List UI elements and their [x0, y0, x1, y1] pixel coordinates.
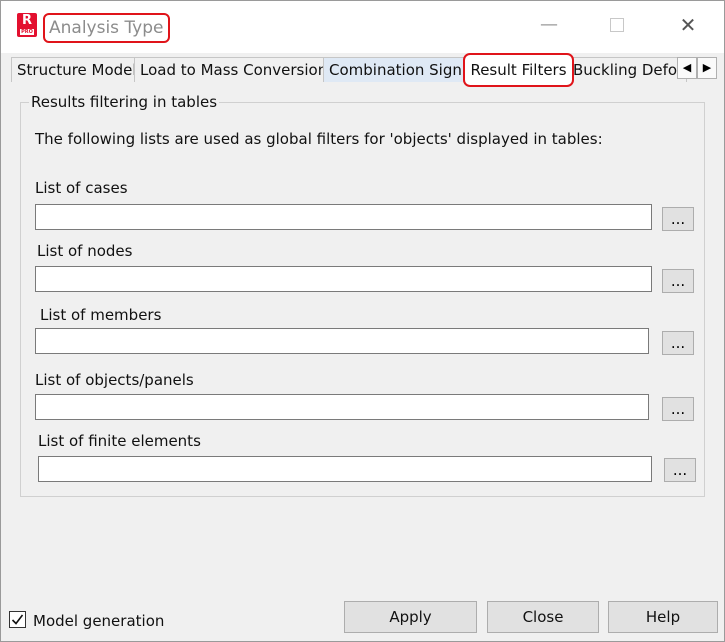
- objects-panels-browse-button[interactable]: ...: [662, 397, 694, 421]
- cases-browse-button[interactable]: ...: [662, 207, 694, 231]
- maximize-icon: [610, 18, 624, 32]
- finite-elements-label: List of finite elements: [38, 432, 201, 450]
- tab-scroll-right-icon[interactable]: ▶: [697, 57, 717, 79]
- title-bar: R PRO Analysis Type — ✕: [1, 1, 724, 53]
- intro-text: The following lists are used as global f…: [35, 130, 603, 148]
- apply-button[interactable]: Apply: [344, 601, 477, 633]
- minimize-button[interactable]: —: [537, 13, 561, 37]
- close-button[interactable]: Close: [487, 601, 599, 633]
- finite-elements-input[interactable]: [38, 456, 652, 482]
- model-generation-checkbox[interactable]: [9, 611, 26, 628]
- nodes-input[interactable]: [35, 266, 652, 292]
- maximize-button[interactable]: [605, 13, 629, 37]
- app-icon-letter: R: [21, 13, 32, 28]
- tab-result-filters[interactable]: Result Filters: [463, 53, 574, 87]
- tab-combination-sign[interactable]: Combination Sign: [323, 57, 468, 82]
- objects-panels-input[interactable]: [35, 394, 649, 420]
- dialog-footer: Model generation Apply Close Help: [1, 599, 724, 641]
- cases-label: List of cases: [35, 179, 128, 197]
- members-browse-button[interactable]: ...: [662, 331, 694, 355]
- objects-panels-label: List of objects/panels: [35, 371, 194, 389]
- help-button[interactable]: Help: [608, 601, 718, 633]
- cases-input[interactable]: [35, 204, 652, 230]
- model-generation-label: Model generation: [33, 612, 165, 630]
- finite-elements-browse-button[interactable]: ...: [664, 458, 696, 482]
- close-window-button[interactable]: ✕: [676, 13, 700, 37]
- tab-scroll-left-icon[interactable]: ◀: [677, 57, 697, 79]
- checkmark-icon: [11, 614, 24, 625]
- members-input[interactable]: [35, 328, 649, 354]
- tab-buckling-deformation[interactable]: Buckling Defor: [567, 57, 687, 82]
- tab-structure-model[interactable]: Structure Model: [11, 57, 136, 82]
- analysis-type-dialog: R PRO Analysis Type — ✕ Structure Model …: [0, 0, 725, 642]
- nodes-browse-button[interactable]: ...: [662, 269, 694, 293]
- robot-app-icon: R PRO: [17, 13, 37, 37]
- members-label: List of members: [40, 306, 162, 324]
- window-title: Analysis Type: [43, 13, 170, 43]
- nodes-label: List of nodes: [37, 242, 133, 260]
- group-title: Results filtering in tables: [29, 93, 220, 111]
- tab-strip: Structure Model Load to Mass Conversion …: [11, 53, 718, 87]
- tab-load-to-mass-conversion[interactable]: Load to Mass Conversion: [134, 57, 329, 82]
- results-filtering-group: Results filtering in tables The followin…: [20, 93, 705, 497]
- app-icon-badge: PRO: [20, 29, 34, 35]
- result-filters-page: Results filtering in tables The followin…: [11, 83, 718, 588]
